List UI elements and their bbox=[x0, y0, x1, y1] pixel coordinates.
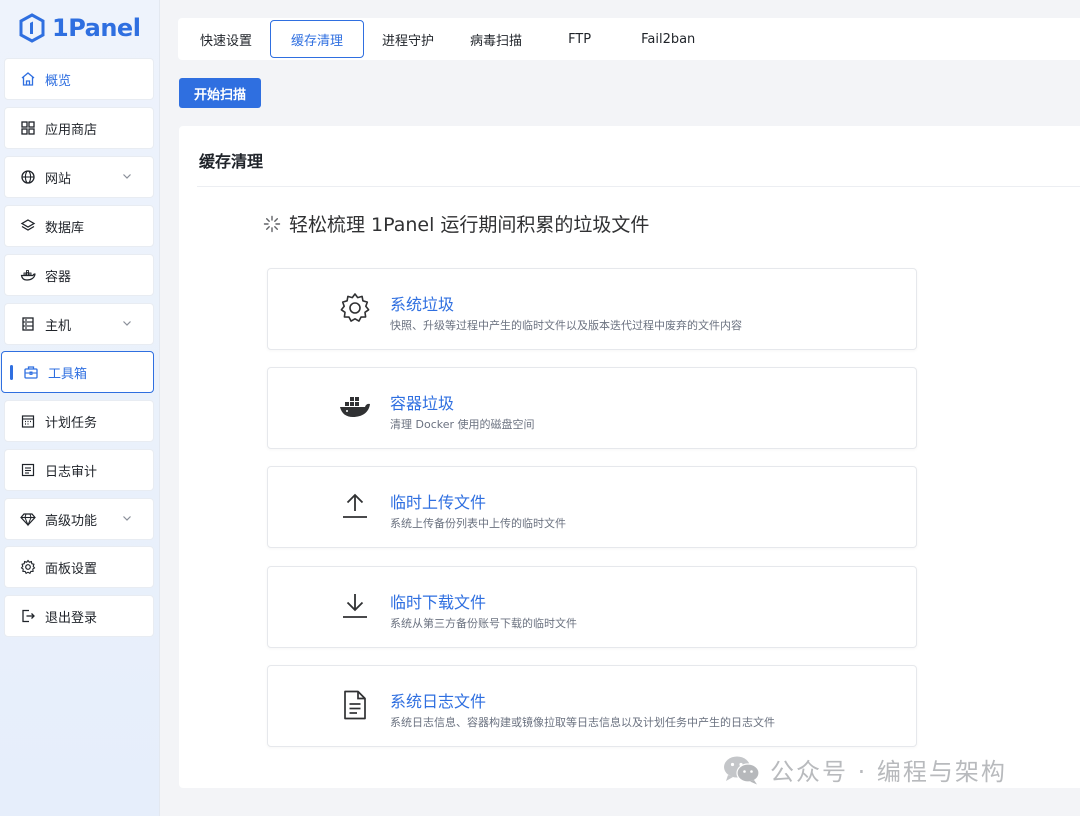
chevron-down-icon bbox=[123, 321, 131, 326]
item-title: 临时下载文件 bbox=[390, 593, 487, 612]
item-title: 系统日志文件 bbox=[390, 692, 487, 711]
sidebar-item-label: 网站 bbox=[45, 171, 72, 187]
sidebar-item-toolbox[interactable]: 工具箱 bbox=[1, 351, 154, 393]
divider bbox=[197, 186, 1080, 187]
item-description: 系统上传备份列表中上传的临时文件 bbox=[390, 517, 566, 530]
subtitle: 轻松梳理 1Panel 运行期间积累的垃圾文件 bbox=[263, 210, 649, 237]
clean-item-temp-upload[interactable]: 临时上传文件 系统上传备份列表中上传的临时文件 bbox=[267, 466, 917, 548]
server-icon bbox=[19, 315, 37, 333]
chevron-down-icon bbox=[123, 516, 131, 521]
sidebar-item-advanced[interactable]: 高级功能 bbox=[4, 498, 154, 540]
loading-spinner-icon bbox=[263, 215, 281, 232]
upload-icon bbox=[338, 489, 372, 523]
subtitle-text: 轻松梳理 1Panel 运行期间积累的垃圾文件 bbox=[289, 214, 650, 236]
sidebar-item-app-store[interactable]: 应用商店 bbox=[4, 107, 154, 149]
calendar-icon bbox=[19, 412, 37, 430]
logo-text: 1Panel bbox=[52, 14, 141, 42]
app-logo[interactable]: 1Panel bbox=[18, 10, 141, 46]
tab-bar: 快速设置 缓存清理 进程守护 病毒扫描 FTP Fail2ban bbox=[178, 18, 1080, 60]
wechat-icon bbox=[724, 756, 760, 784]
clean-item-temp-download[interactable]: 临时下载文件 系统从第三方备份账号下载的临时文件 bbox=[267, 566, 917, 648]
download-icon bbox=[338, 589, 372, 623]
sidebar-item-panel-settings[interactable]: 面板设置 bbox=[4, 546, 154, 588]
item-description: 快照、升级等过程中产生的临时文件以及版本迭代过程中废弃的文件内容 bbox=[390, 319, 742, 332]
sidebar: 1Panel 概览 应用商店 网站 数据库 容器 主机 工具箱 计划任务 日志审… bbox=[0, 0, 160, 816]
selected-indicator bbox=[10, 365, 13, 380]
gear-icon bbox=[19, 558, 37, 576]
tab-cache-clean[interactable]: 缓存清理 bbox=[270, 20, 365, 58]
sidebar-item-label: 日志审计 bbox=[45, 464, 98, 480]
item-description: 系统从第三方备份账号下载的临时文件 bbox=[390, 617, 577, 630]
sidebar-item-container[interactable]: 容器 bbox=[4, 254, 154, 296]
tab-virus-scan[interactable]: 病毒扫描 bbox=[452, 20, 540, 58]
sidebar-item-label: 面板设置 bbox=[45, 561, 98, 577]
globe-icon bbox=[19, 168, 37, 186]
gear-icon bbox=[338, 291, 372, 325]
tab-quick-settings[interactable]: 快速设置 bbox=[182, 20, 270, 58]
chevron-down-icon bbox=[123, 174, 131, 179]
toolbox-icon bbox=[22, 363, 40, 381]
tab-ftp[interactable]: FTP bbox=[540, 20, 619, 58]
sidebar-item-log-audit[interactable]: 日志审计 bbox=[4, 449, 154, 491]
sidebar-item-label: 退出登录 bbox=[45, 610, 98, 626]
sidebar-item-label: 应用商店 bbox=[45, 122, 98, 138]
document-icon bbox=[338, 688, 372, 722]
sidebar-item-label: 高级功能 bbox=[45, 513, 98, 529]
watermark-text: 公众号 · 编程与架构 bbox=[770, 758, 1007, 786]
log-icon bbox=[19, 461, 37, 479]
item-title: 临时上传文件 bbox=[390, 493, 487, 512]
sidebar-item-label: 数据库 bbox=[45, 220, 85, 236]
tab-process-guard[interactable]: 进程守护 bbox=[364, 20, 452, 58]
tab-fail2ban[interactable]: Fail2ban bbox=[619, 20, 717, 58]
docker-icon bbox=[338, 390, 372, 424]
watermark: 公众号 · 编程与架构 bbox=[722, 752, 1007, 787]
sidebar-item-label: 计划任务 bbox=[45, 415, 98, 431]
sidebar-item-database[interactable]: 数据库 bbox=[4, 205, 154, 247]
sidebar-item-label: 工具箱 bbox=[48, 366, 88, 382]
diamond-icon bbox=[19, 510, 37, 528]
clean-item-system-junk[interactable]: 系统垃圾 快照、升级等过程中产生的临时文件以及版本迭代过程中废弃的文件内容 bbox=[267, 268, 917, 350]
logo-icon bbox=[19, 13, 45, 43]
item-description: 系统日志信息、容器构建或镜像拉取等日志信息以及计划任务中产生的日志文件 bbox=[390, 716, 775, 729]
sidebar-item-label: 概览 bbox=[45, 73, 72, 89]
clean-item-system-logs[interactable]: 系统日志文件 系统日志信息、容器构建或镜像拉取等日志信息以及计划任务中产生的日志… bbox=[267, 665, 917, 747]
logout-icon bbox=[19, 607, 37, 625]
sidebar-item-website[interactable]: 网站 bbox=[4, 156, 154, 198]
start-scan-button[interactable]: 开始扫描 bbox=[179, 78, 261, 108]
sidebar-item-overview[interactable]: 概览 bbox=[4, 58, 154, 100]
sidebar-item-logout[interactable]: 退出登录 bbox=[4, 595, 154, 637]
home-icon bbox=[19, 70, 37, 88]
sidebar-item-cron[interactable]: 计划任务 bbox=[4, 400, 154, 442]
cache-clean-card: 缓存清理 轻松梳理 1Panel 运行期间积累的垃圾文件 系统垃圾 快照、升级等… bbox=[179, 126, 1080, 788]
item-description: 清理 Docker 使用的磁盘空间 bbox=[390, 418, 535, 431]
clean-item-container-junk[interactable]: 容器垃圾 清理 Docker 使用的磁盘空间 bbox=[267, 367, 917, 449]
layers-icon bbox=[19, 217, 37, 235]
sidebar-item-host[interactable]: 主机 bbox=[4, 303, 154, 345]
sidebar-item-label: 容器 bbox=[45, 269, 72, 285]
page-title: 缓存清理 bbox=[199, 152, 264, 171]
item-title: 系统垃圾 bbox=[390, 295, 455, 314]
sidebar-item-label: 主机 bbox=[45, 318, 72, 334]
grid-icon bbox=[19, 119, 37, 137]
item-title: 容器垃圾 bbox=[390, 394, 455, 413]
docker-icon bbox=[19, 266, 37, 284]
